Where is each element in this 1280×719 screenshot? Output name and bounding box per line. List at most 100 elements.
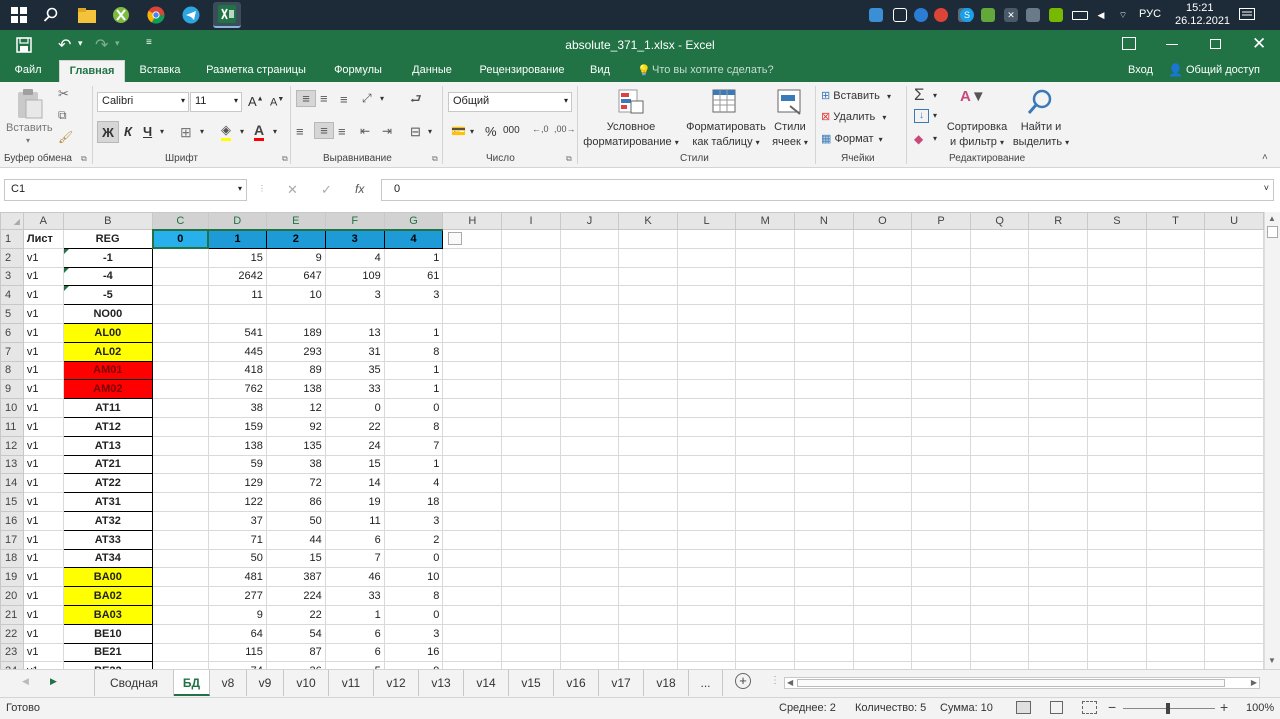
cell[interactable] <box>676 548 737 569</box>
row-header[interactable]: 3 <box>0 266 24 287</box>
cell[interactable] <box>911 416 971 437</box>
cell[interactable] <box>676 454 737 475</box>
cell[interactable] <box>1028 398 1089 418</box>
cell[interactable] <box>911 435 971 456</box>
cell[interactable] <box>794 604 854 625</box>
cell[interactable] <box>911 360 971 381</box>
sign-in-link[interactable]: Вход <box>1128 64 1153 76</box>
cell[interactable] <box>794 492 854 512</box>
cell[interactable] <box>735 304 796 324</box>
cell[interactable] <box>618 360 678 381</box>
sheet-tab[interactable]: v18 <box>644 670 689 696</box>
cell[interactable] <box>969 642 1030 663</box>
cell-d[interactable]: 418 <box>207 360 267 381</box>
cell[interactable] <box>559 642 620 663</box>
font-launcher-icon[interactable]: ⧉ <box>282 154 288 164</box>
cell[interactable] <box>852 285 913 306</box>
cell[interactable] <box>1145 266 1206 287</box>
cell[interactable] <box>1145 304 1206 324</box>
cell[interactable] <box>735 586 796 606</box>
cell[interactable] <box>442 304 503 324</box>
cell[interactable] <box>676 322 737 343</box>
cell[interactable] <box>1145 360 1206 381</box>
cell[interactable] <box>1087 285 1147 306</box>
cell[interactable] <box>676 661 737 669</box>
cell[interactable] <box>794 229 854 249</box>
vertical-scrollbar[interactable]: ▲ ▼ <box>1264 212 1280 669</box>
cell-e[interactable]: 92 <box>265 416 326 437</box>
cell[interactable] <box>1145 398 1206 418</box>
cell-d[interactable]: 38 <box>207 398 267 418</box>
cell-e[interactable]: 15 <box>265 548 326 569</box>
cell[interactable] <box>735 416 796 437</box>
cell[interactable] <box>1087 623 1147 644</box>
paste-button[interactable]: Вставить <box>6 122 53 134</box>
more-sheets-button[interactable]: ... <box>689 670 723 696</box>
cell[interactable] <box>1087 492 1147 512</box>
cell[interactable] <box>559 247 620 268</box>
cell-d[interactable]: 59 <box>207 454 267 475</box>
cell-c[interactable] <box>152 322 209 343</box>
collapse-ribbon-icon[interactable]: ˄ <box>1262 152 1268 163</box>
xbox-app-icon[interactable] <box>110 4 132 26</box>
align-left-icon[interactable]: ≡ <box>296 124 304 139</box>
cell-c[interactable] <box>152 266 209 287</box>
cell-e[interactable]: 12 <box>265 398 326 418</box>
zoom-in-icon[interactable]: + <box>1220 699 1228 715</box>
cell-d[interactable]: 9 <box>207 604 267 625</box>
cell[interactable] <box>1204 642 1264 663</box>
column-header[interactable]: P <box>911 212 971 230</box>
cell[interactable] <box>852 642 913 663</box>
cell[interactable] <box>1145 435 1206 456</box>
cell[interactable] <box>969 379 1030 400</box>
row-header[interactable]: 20 <box>0 586 24 606</box>
cell-c[interactable] <box>152 285 209 306</box>
cell-c[interactable] <box>152 623 209 644</box>
sheet-tab[interactable]: v9 <box>247 670 284 696</box>
cell[interactable] <box>501 586 561 606</box>
cell[interactable] <box>676 492 737 512</box>
zoom-level[interactable]: 100% <box>1246 702 1274 714</box>
cell-g[interactable]: 1 <box>383 454 444 475</box>
cell[interactable] <box>442 285 503 306</box>
cell-d[interactable]: 15 <box>207 247 267 268</box>
name-box[interactable]: C1 ▾ <box>4 179 247 201</box>
cell[interactable] <box>969 435 1030 456</box>
align-middle-icon[interactable]: ≡ <box>320 91 328 106</box>
cell[interactable] <box>911 586 971 606</box>
edge-tray-icon[interactable] <box>914 8 928 22</box>
cell-f[interactable]: 13 <box>324 322 385 343</box>
cell[interactable] <box>852 247 913 268</box>
conditional-formatting-button[interactable]: Условное форматирование ▾ <box>580 120 682 150</box>
cell[interactable] <box>911 247 971 268</box>
cell-c[interactable] <box>152 492 209 512</box>
cell-sheet[interactable]: v1 <box>22 266 64 287</box>
cell-reg[interactable]: NO00 <box>62 304 154 324</box>
cell[interactable] <box>911 661 971 669</box>
cell[interactable] <box>1204 567 1264 588</box>
cell[interactable] <box>911 304 971 324</box>
cell[interactable] <box>969 567 1030 588</box>
sheet-tab[interactable]: БД <box>174 670 210 696</box>
cell-f[interactable]: 7 <box>324 548 385 569</box>
cell-g[interactable]: 18 <box>383 492 444 512</box>
cell[interactable] <box>852 360 913 381</box>
cell[interactable] <box>1145 454 1206 475</box>
bold-button[interactable]: Ж <box>97 121 119 143</box>
fill-dropdown-icon[interactable]: ▾ <box>933 111 937 120</box>
sheet-tab[interactable]: Сводная <box>94 670 174 696</box>
cell[interactable] <box>1028 661 1089 669</box>
column-header[interactable]: N <box>794 212 854 230</box>
chrome-tray-icon[interactable] <box>934 8 948 22</box>
align-bottom-icon[interactable]: ≡ <box>340 92 348 107</box>
cell-e[interactable]: 50 <box>265 510 326 531</box>
sheet-tab[interactable]: v14 <box>464 670 509 696</box>
cell[interactable] <box>1204 661 1264 669</box>
cell[interactable] <box>442 548 503 569</box>
cell[interactable] <box>1145 529 1206 550</box>
cell[interactable] <box>1028 322 1089 343</box>
cell[interactable] <box>1087 642 1147 663</box>
row-header[interactable]: 1 <box>0 229 24 249</box>
cell[interactable] <box>559 398 620 418</box>
cell-reg[interactable]: AT33 <box>62 529 154 550</box>
